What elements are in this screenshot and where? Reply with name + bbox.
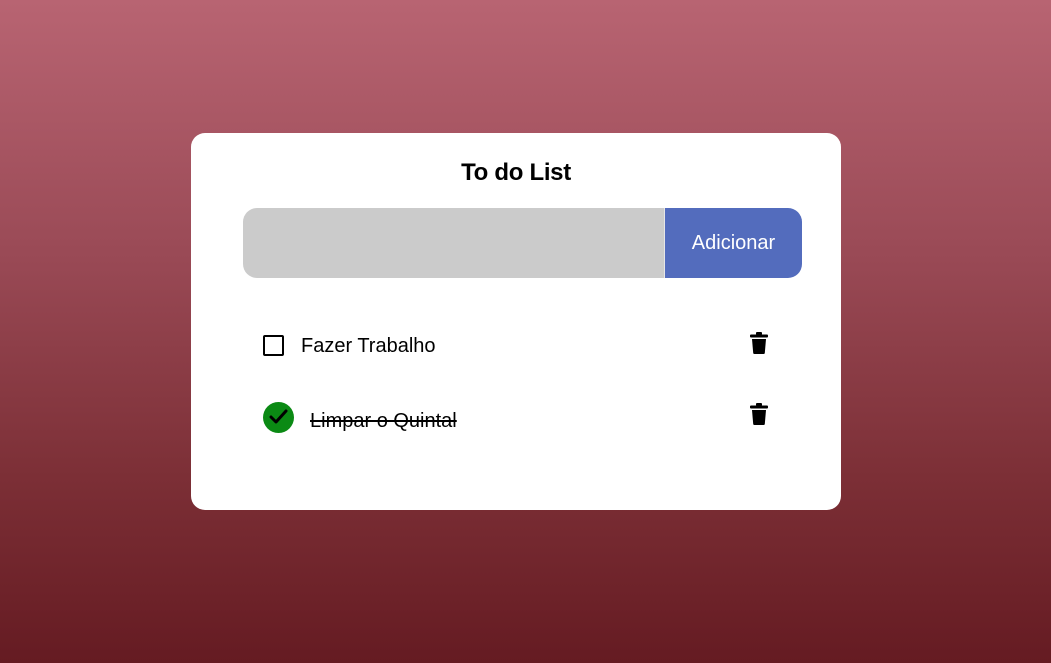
trash-icon[interactable] <box>750 332 768 354</box>
checkbox-empty-icon[interactable] <box>263 335 284 356</box>
task-label: Fazer Trabalho <box>301 335 436 357</box>
page-title: To do List <box>461 159 571 186</box>
task-label-completed: Limpar o Quintal <box>310 410 457 432</box>
add-task-form: Adicionar <box>243 208 802 278</box>
list-item: Limpar o Quintal <box>263 396 773 467</box>
add-button[interactable]: Adicionar <box>664 208 802 278</box>
check-circle-icon[interactable] <box>263 402 294 433</box>
trash-icon[interactable] <box>750 403 768 425</box>
list-item: Fazer Trabalho <box>263 325 773 396</box>
task-input[interactable] <box>243 208 664 278</box>
task-list: Fazer Trabalho Limpar o Quintal <box>263 325 773 467</box>
todo-card: To do List Adicionar Fazer Trabalho Limp… <box>191 133 841 510</box>
